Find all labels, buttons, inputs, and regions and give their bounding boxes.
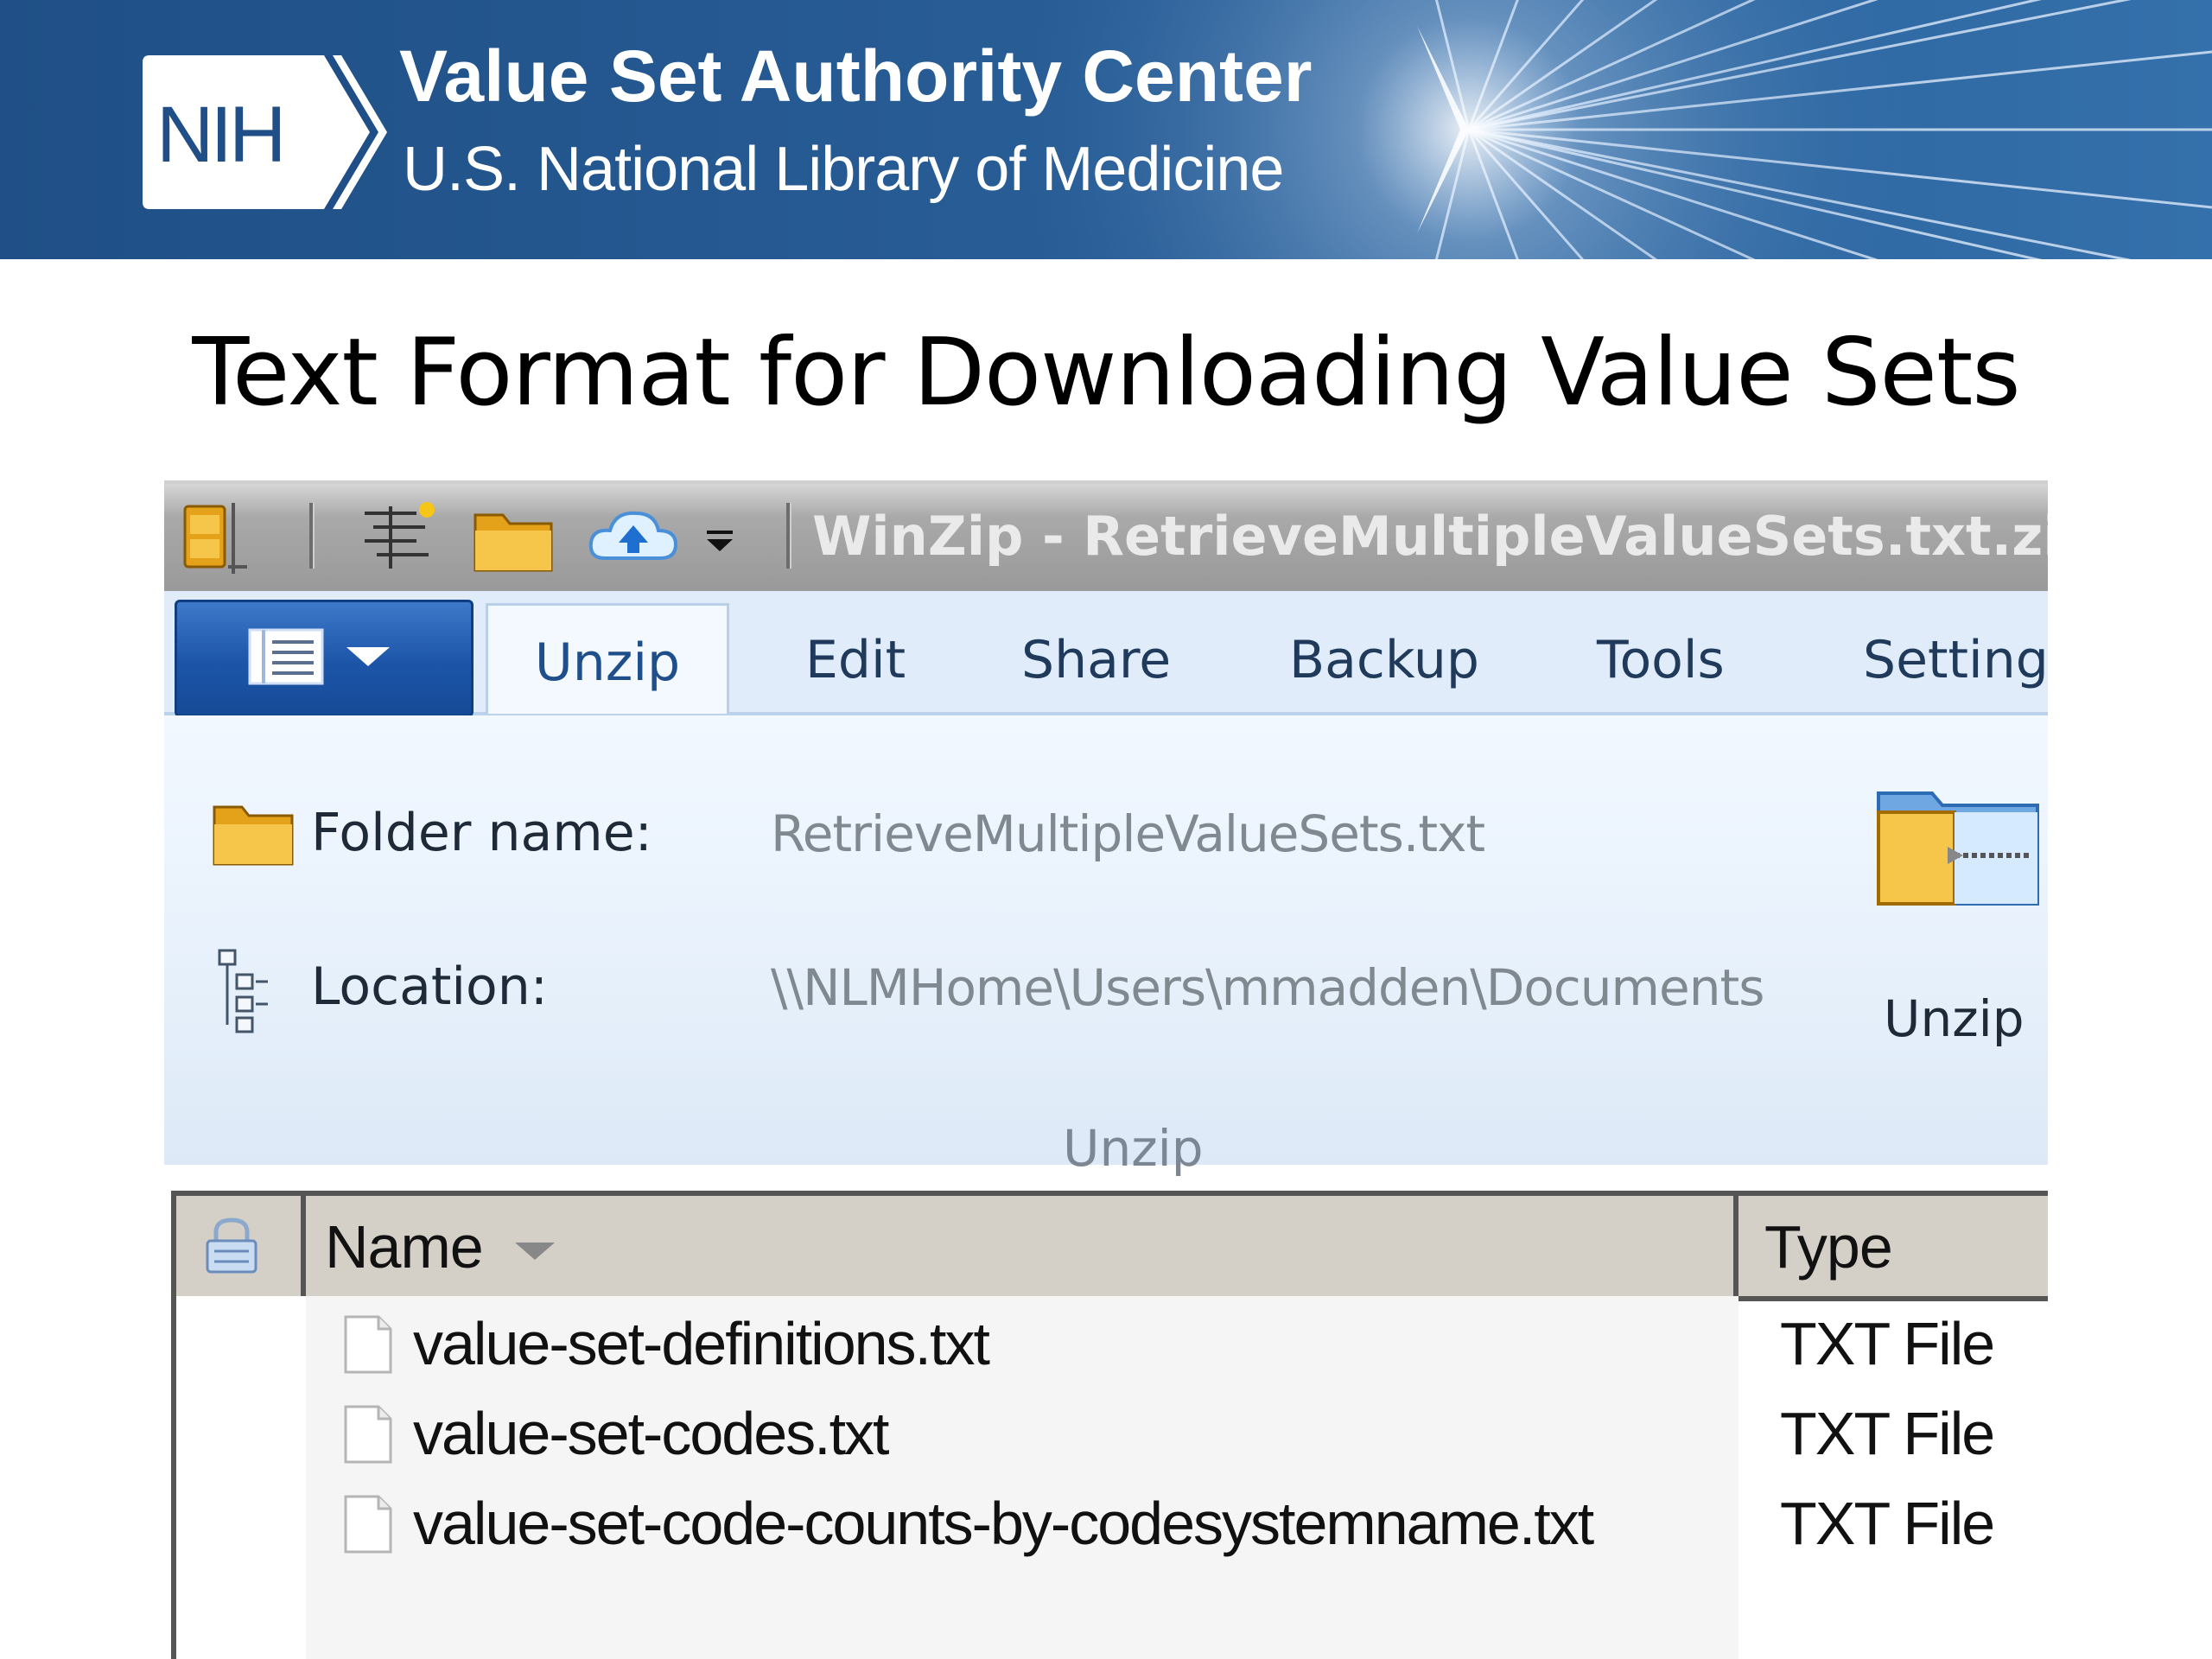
toolbar-separator xyxy=(786,503,791,569)
ribbon-tab-bar: Unzip Edit Share Backup Tools Settings xyxy=(164,591,2048,717)
file-list: Name Type value-set-definitions.txt TXT … xyxy=(171,1191,2048,1659)
file-list-header: Name Type xyxy=(176,1191,2048,1301)
toolbar-separator xyxy=(309,503,315,569)
customize-dropdown-icon[interactable] xyxy=(698,498,741,575)
tab-edit[interactable]: Edit xyxy=(805,634,906,686)
folder-icon xyxy=(213,805,294,866)
file-row[interactable]: value-set-definitions.txt TXT File xyxy=(176,1298,2048,1384)
banner-subtitle: U.S. National Library of Medicine xyxy=(403,135,1284,204)
file-row[interactable]: value-set-codes.txt TXT File xyxy=(176,1388,2048,1474)
name-column-label: Name xyxy=(325,1213,484,1281)
name-column-header[interactable]: Name xyxy=(306,1196,1738,1296)
folder-icon[interactable] xyxy=(470,498,556,575)
tab-backup[interactable]: Backup xyxy=(1289,634,1479,686)
document-menu-icon xyxy=(248,628,390,685)
tree-sparkle-icon[interactable] xyxy=(356,498,442,575)
unzip-folder-zipper-icon[interactable] xyxy=(1872,729,2044,954)
text-file-icon xyxy=(344,1405,392,1464)
cloud-upload-icon[interactable] xyxy=(586,498,681,575)
file-name: value-set-code-counts-by-codesystemname.… xyxy=(413,1490,1594,1557)
folder-name-field[interactable]: RetrieveMultipleValueSets.txt xyxy=(771,809,1485,859)
folder-name-label: Folder name: xyxy=(311,803,652,863)
window-title: WinZip - RetrieveMultipleValueSets.txt.z… xyxy=(812,505,2048,568)
nih-logo-text: NIH xyxy=(156,91,283,179)
winzip-window: WinZip - RetrieveMultipleValueSets.txt.z… xyxy=(164,480,2048,1659)
tab-settings[interactable]: Settings xyxy=(1863,634,2048,686)
sort-descending-icon xyxy=(515,1243,555,1260)
text-file-icon xyxy=(344,1315,392,1374)
tab-share[interactable]: Share xyxy=(1021,634,1171,686)
file-cabinet-icon[interactable] xyxy=(181,498,251,575)
file-type: TXT File xyxy=(1780,1490,1995,1557)
text-file-icon xyxy=(344,1495,392,1554)
ribbon-unzip-panel: Folder name: RetrieveMultipleValueSets.t… xyxy=(164,715,2048,1173)
file-type: TXT File xyxy=(1780,1400,1995,1467)
lock-column-header[interactable] xyxy=(176,1196,306,1296)
unzip-button[interactable]: Unzip xyxy=(1884,994,2024,1044)
nih-logo: NIH xyxy=(143,55,387,209)
tab-tools[interactable]: Tools xyxy=(1597,634,1725,686)
ribbon-group-label: Unzip xyxy=(1063,1119,1204,1178)
location-label: Location: xyxy=(311,957,548,1017)
location-field[interactable]: \\NLMHome\Users\mmadden\Documents xyxy=(771,963,1764,1013)
slide-title: Text Format for Downloading Value Sets xyxy=(192,319,2020,427)
file-name: value-set-definitions.txt xyxy=(413,1310,990,1377)
type-column-header[interactable]: Type xyxy=(1738,1196,2048,1296)
lock-icon xyxy=(206,1217,257,1274)
tree-location-icon xyxy=(218,949,268,1033)
title-bar: WinZip - RetrieveMultipleValueSets.txt.z… xyxy=(164,480,2048,594)
tab-unzip[interactable]: Unzip xyxy=(486,603,729,714)
type-column-label: Type xyxy=(1764,1213,1893,1281)
app-menu-button[interactable] xyxy=(175,600,474,717)
nih-banner: NIH Value Set Authority Center U.S. Nati… xyxy=(0,0,2212,259)
banner-title: Value Set Authority Center xyxy=(399,35,1313,117)
file-row[interactable]: value-set-code-counts-by-codesystemname.… xyxy=(176,1478,2048,1564)
file-name: value-set-codes.txt xyxy=(413,1400,889,1467)
file-type: TXT File xyxy=(1780,1310,1995,1377)
